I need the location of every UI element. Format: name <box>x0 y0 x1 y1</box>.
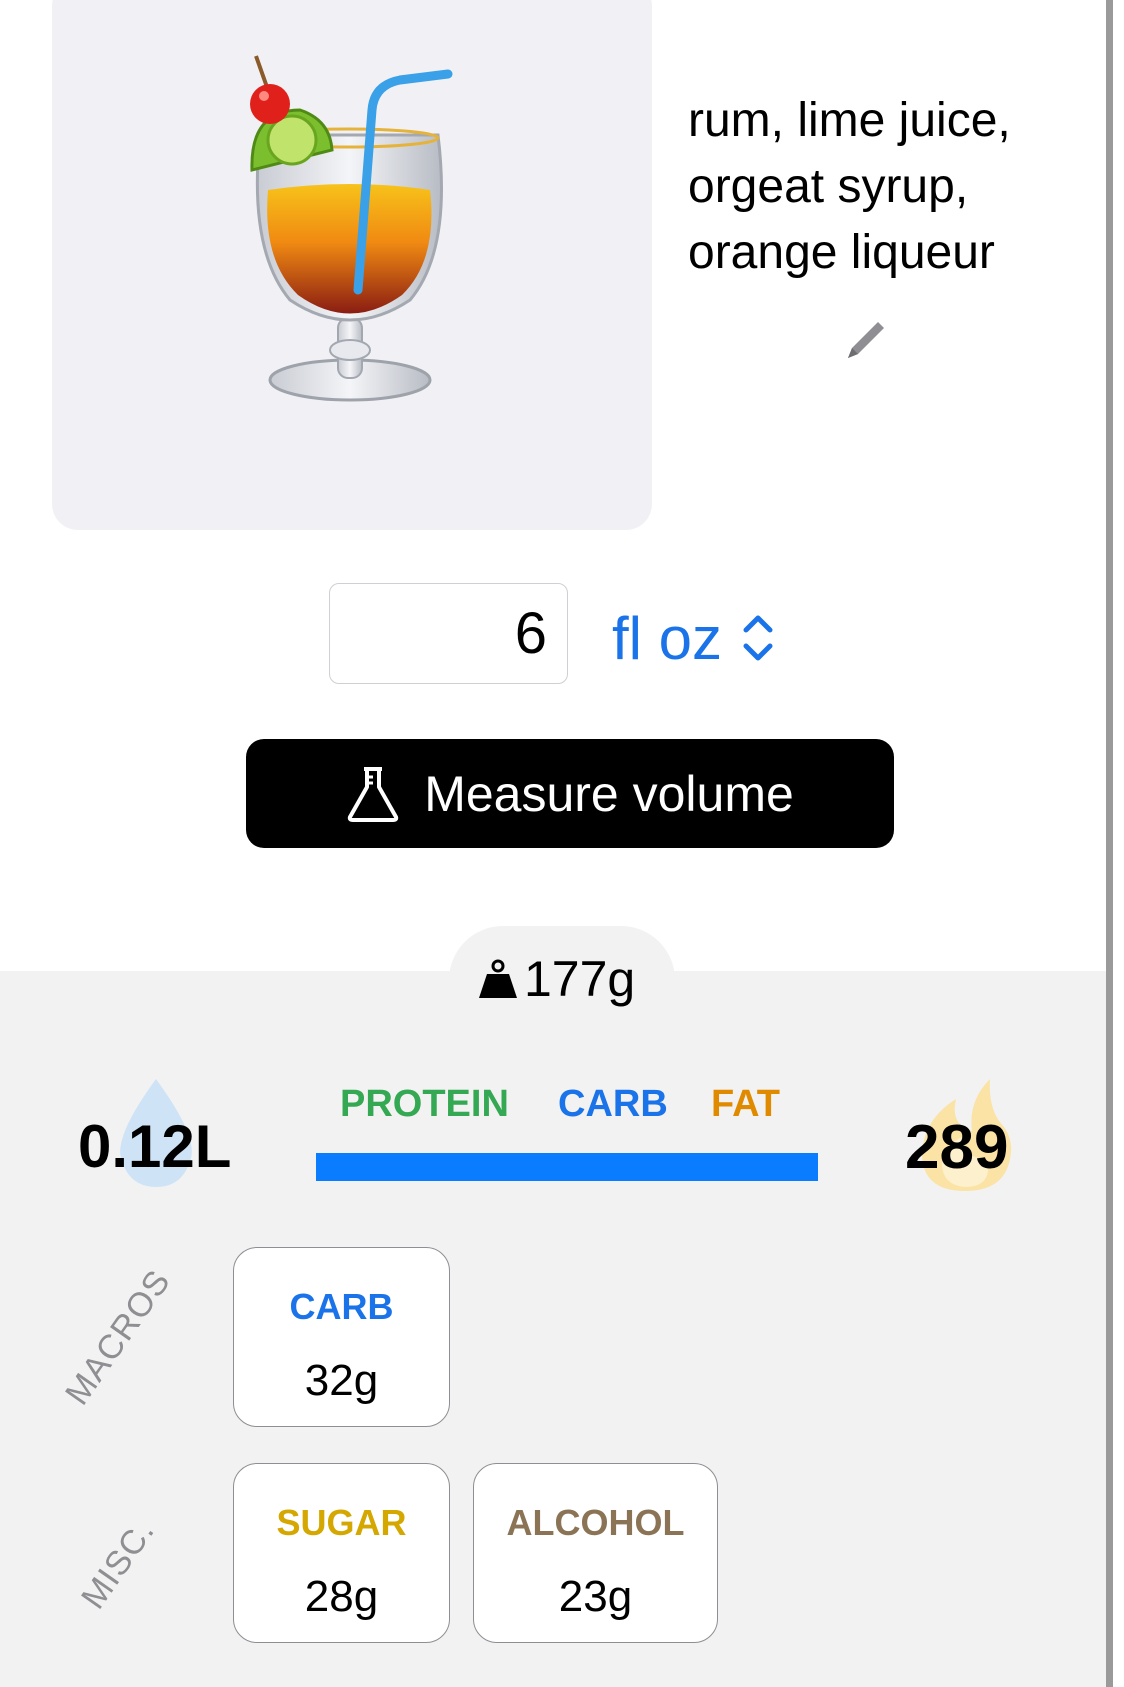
calories-value: 289 <box>905 1113 1009 1182</box>
weight-icon <box>479 959 517 998</box>
macro-bar-carb-segment <box>316 1153 818 1181</box>
chevron-up-down-icon <box>743 615 773 661</box>
nutrient-name: SUGAR <box>276 1502 407 1543</box>
nutrient-value: 32g <box>304 1356 379 1405</box>
weight-value: 177g <box>524 951 636 1007</box>
nutrient-card-alcohol[interactable]: ALCOHOL 23g <box>473 1463 718 1643</box>
flask-icon <box>348 766 399 822</box>
nutrient-card-carb[interactable]: CARB 32g <box>233 1247 450 1427</box>
nutrient-name: ALCOHOL <box>506 1502 685 1543</box>
tropical-drink-icon <box>250 55 453 402</box>
measure-volume-button[interactable]: Measure volume <box>246 739 894 848</box>
nutrient-value: 28g <box>304 1572 379 1621</box>
amount-input[interactable]: 6 <box>329 583 568 684</box>
legend-fat: FAT <box>711 1083 780 1125</box>
macro-ratio-bar <box>316 1153 818 1181</box>
volume-value: 0.12L <box>78 1113 232 1180</box>
unit-picker[interactable]: fl oz <box>612 598 778 678</box>
legend-protein: PROTEIN <box>340 1083 509 1125</box>
measure-volume-label: Measure volume <box>424 765 794 822</box>
nutrient-value: 23g <box>558 1572 633 1621</box>
nutrient-name: CARB <box>289 1286 394 1327</box>
ingredients-text: rum, lime juice, orgeat syrup, orange li… <box>688 94 1011 279</box>
pencil-icon[interactable] <box>842 318 888 364</box>
amount-value: 6 <box>514 601 547 666</box>
scrollbar[interactable] <box>1106 0 1113 1687</box>
nutrient-card-sugar[interactable]: SUGAR 28g <box>233 1463 450 1643</box>
unit-label: fl oz <box>612 604 723 672</box>
legend-carb: CARB <box>558 1083 668 1125</box>
